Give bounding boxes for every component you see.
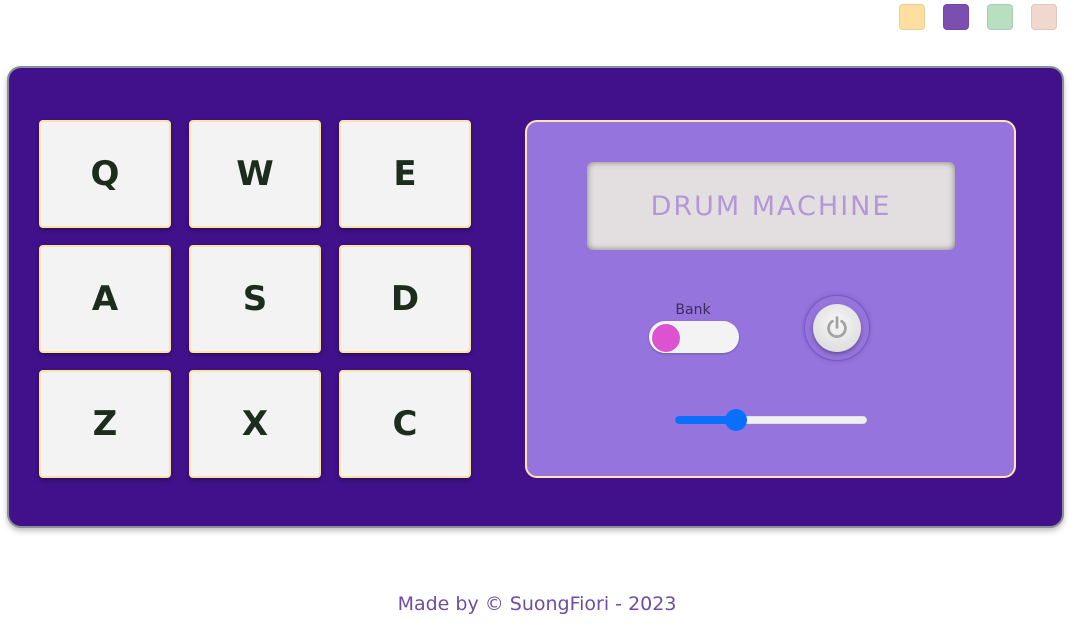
volume-slider-track	[675, 416, 867, 424]
bank-toggle-knob	[651, 323, 681, 353]
theme-swatch-purple[interactable]	[943, 4, 969, 30]
control-panel: DRUM MACHINE Bank	[525, 120, 1016, 478]
theme-swatch-pink[interactable]	[1031, 4, 1057, 30]
drum-pad-grid: QWE ASD ZXC	[39, 120, 471, 478]
bank-toggle[interactable]	[649, 321, 739, 353]
power-button[interactable]	[813, 304, 861, 352]
drum-pad-q[interactable]: Q	[39, 120, 171, 228]
drum-pad-w[interactable]: W	[189, 120, 321, 228]
drum-pad-c[interactable]: C	[339, 370, 471, 478]
bank-label: Bank	[675, 302, 711, 318]
page: QWE ASD ZXC DRUM MACHINE Bank Made by © Su…	[0, 0, 1074, 633]
theme-swatches	[899, 4, 1057, 30]
power-icon	[827, 316, 847, 339]
drum-pad-a[interactable]: A	[39, 245, 171, 353]
theme-swatch-green[interactable]	[987, 4, 1013, 30]
volume-slider[interactable]	[675, 409, 867, 431]
drum-pad-d[interactable]: D	[339, 245, 471, 353]
drum-pad-x[interactable]: X	[189, 370, 321, 478]
volume-slider-thumb[interactable]	[725, 409, 748, 431]
drum-pad-e[interactable]: E	[339, 120, 471, 228]
theme-swatch-yellow[interactable]	[899, 4, 925, 30]
footer-credit: Made by © SuongFiori - 2023	[397, 593, 677, 615]
power-button-ring	[804, 295, 870, 361]
display-text: DRUM MACHINE	[650, 190, 892, 222]
drum-pad-s[interactable]: S	[189, 245, 321, 353]
drum-machine: QWE ASD ZXC DRUM MACHINE Bank	[7, 66, 1064, 528]
display-screen: DRUM MACHINE	[587, 162, 955, 250]
drum-pad-z[interactable]: Z	[39, 370, 171, 478]
